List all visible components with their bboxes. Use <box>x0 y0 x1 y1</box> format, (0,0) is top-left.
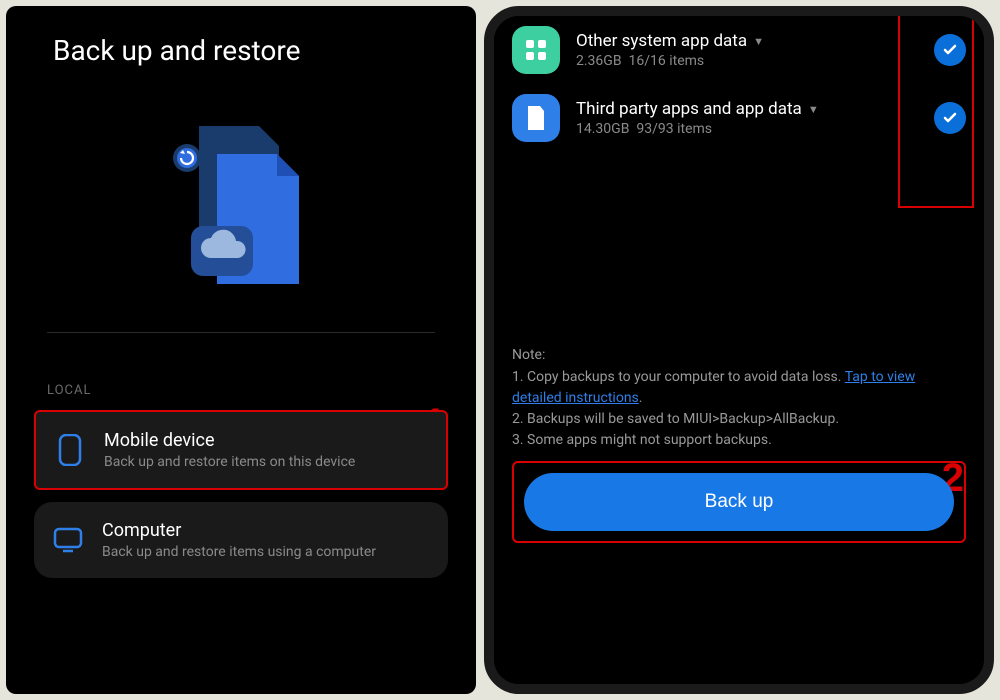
screen-backup-restore: Back up and restore 1 LOCAL Mobile devic… <box>6 6 476 694</box>
chevron-down-icon: ▼ <box>753 35 764 48</box>
phone-icon <box>54 434 86 466</box>
note-header: Note: <box>512 347 966 363</box>
option-computer[interactable]: Computer Back up and restore items using… <box>34 502 448 578</box>
option-title: Mobile device <box>104 430 428 451</box>
note-line-2: 2. Backups will be saved to MIUI>Backup>… <box>512 409 966 430</box>
file-icon <box>512 94 560 142</box>
checkbox-checked[interactable] <box>934 34 966 66</box>
annotation-highlight-button: Back up <box>512 461 966 543</box>
option-mobile-device[interactable]: Mobile device Back up and restore items … <box>34 410 448 490</box>
section-label-local: LOCAL <box>47 383 451 398</box>
category-system-app-data[interactable]: Other system app data ▼ 2.36GB 16/16 ite… <box>494 16 984 84</box>
category-title: Third party apps and app data <box>576 99 802 119</box>
grid-icon <box>512 26 560 74</box>
note-line-1: 1. Copy backups to your computer to avoi… <box>512 367 966 409</box>
checkbox-checked[interactable] <box>934 102 966 134</box>
divider <box>47 332 435 333</box>
option-subtitle: Back up and restore items on this device <box>104 454 428 470</box>
chevron-down-icon: ▼ <box>808 103 819 116</box>
option-title: Computer <box>102 520 430 541</box>
option-subtitle: Back up and restore items using a comput… <box>102 544 430 560</box>
note-section: Note: 1. Copy backups to your computer t… <box>494 347 984 451</box>
category-subtitle: 14.30GB 93/93 items <box>576 121 918 137</box>
page-title: Back up and restore <box>53 34 451 67</box>
category-title: Other system app data <box>576 31 747 51</box>
category-third-party-apps[interactable]: Third party apps and app data ▼ 14.30GB … <box>494 84 984 152</box>
backup-button[interactable]: Back up <box>524 473 954 531</box>
category-subtitle: 2.36GB 16/16 items <box>576 53 918 69</box>
screen-backup-categories: Other system app data ▼ 2.36GB 16/16 ite… <box>484 6 994 694</box>
hero-illustration <box>31 95 451 320</box>
monitor-icon <box>52 524 84 556</box>
note-line-3: 3. Some apps might not support backups. <box>512 430 966 451</box>
